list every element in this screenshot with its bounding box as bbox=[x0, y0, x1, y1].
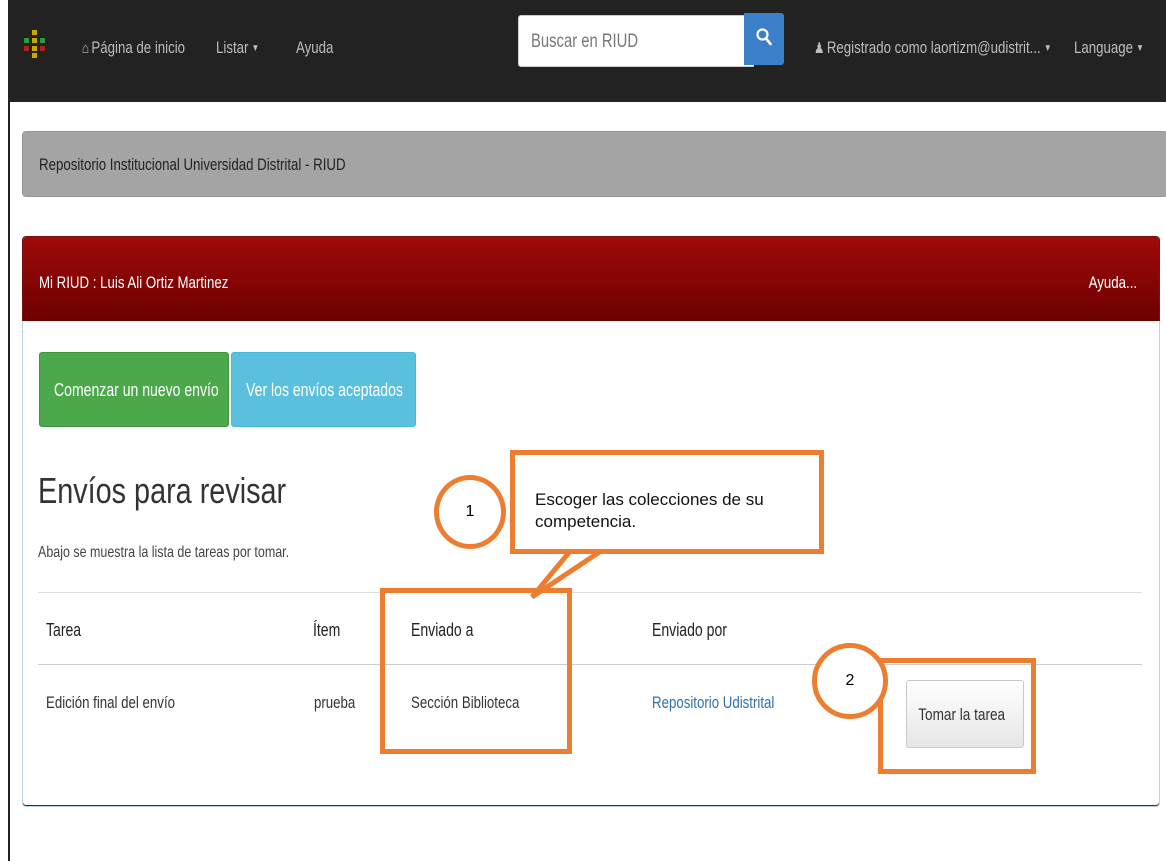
search-placeholder: Buscar en RIUD bbox=[531, 31, 639, 52]
annotation-callout: Escoger las colecciones de su competenci… bbox=[510, 450, 824, 554]
site-title[interactable]: Repositorio Institucional Universidad Di… bbox=[39, 155, 346, 175]
column-header-task: Tarea bbox=[46, 620, 82, 640]
user-menu-dropdown[interactable]: ♟ Registrado como laortizm@udistrit... ▼ bbox=[814, 38, 1052, 58]
panel-help-link[interactable]: Ayuda... bbox=[1089, 273, 1137, 293]
callout-pointer bbox=[530, 546, 613, 600]
row-item: prueba bbox=[314, 693, 356, 712]
site-header-bar: Repositorio Institucional Universidad Di… bbox=[22, 131, 1166, 197]
annotation-marker-2: 2 bbox=[812, 643, 888, 719]
nav-browse-dropdown[interactable]: Listar ▼ bbox=[216, 38, 259, 58]
review-heading: Envíos para revisar bbox=[38, 470, 287, 511]
row-task: Edición final del envío bbox=[46, 693, 176, 712]
row-sent-by-link[interactable]: Repositorio Udistrital bbox=[652, 693, 774, 713]
panel-header: Mi RIUD : Luis Ali Ortiz Martinez Ayuda.… bbox=[23, 237, 1159, 321]
nav-home-link[interactable]: ⌂ Página de inicio bbox=[82, 38, 185, 58]
search-button[interactable] bbox=[744, 13, 784, 65]
search-icon bbox=[756, 28, 772, 46]
nav-browse-label: Listar bbox=[216, 38, 249, 57]
new-submission-label: Comenzar un nuevo envío bbox=[54, 380, 219, 400]
nav-home-label: Página de inicio bbox=[91, 38, 186, 57]
annotation-highlight-sent-to bbox=[380, 588, 572, 754]
caret-down-icon: ▼ bbox=[251, 43, 260, 54]
column-header-item: Ítem bbox=[313, 620, 341, 640]
caret-down-icon: ▼ bbox=[1136, 43, 1144, 54]
view-accepted-label: Ver los envíos aceptados bbox=[246, 380, 403, 400]
home-icon: ⌂ bbox=[82, 40, 90, 57]
riud-logo-icon[interactable] bbox=[24, 30, 46, 58]
callout-text: Escoger las colecciones de su competenci… bbox=[535, 490, 764, 531]
new-submission-button[interactable]: Comenzar un nuevo envío bbox=[39, 352, 229, 427]
annotation-marker-1: 1 bbox=[434, 475, 506, 549]
panel-title: Mi RIUD : Luis Ali Ortiz Martinez bbox=[39, 273, 229, 292]
search-input[interactable]: Buscar en RIUD bbox=[518, 15, 754, 67]
review-subtitle: Abajo se muestra la lista de tareas por … bbox=[38, 544, 290, 561]
language-dropdown[interactable]: Language ▼ bbox=[1074, 38, 1144, 58]
language-label: Language bbox=[1074, 38, 1133, 57]
nav-help-link[interactable]: Ayuda bbox=[296, 38, 333, 58]
user-icon: ♟ bbox=[814, 40, 825, 57]
user-menu-label: Registrado como laortizm@udistrit... bbox=[826, 38, 1041, 57]
view-accepted-button[interactable]: Ver los envíos aceptados bbox=[231, 352, 416, 427]
top-navbar: ⌂ Página de inicio Listar ▼ Ayuda Buscar e… bbox=[10, 2, 1166, 102]
caret-down-icon: ▼ bbox=[1043, 43, 1052, 54]
annotation-highlight-take-task bbox=[878, 658, 1036, 774]
column-header-sent-by: Enviado por bbox=[652, 620, 727, 640]
nav-help-label: Ayuda bbox=[296, 38, 334, 57]
